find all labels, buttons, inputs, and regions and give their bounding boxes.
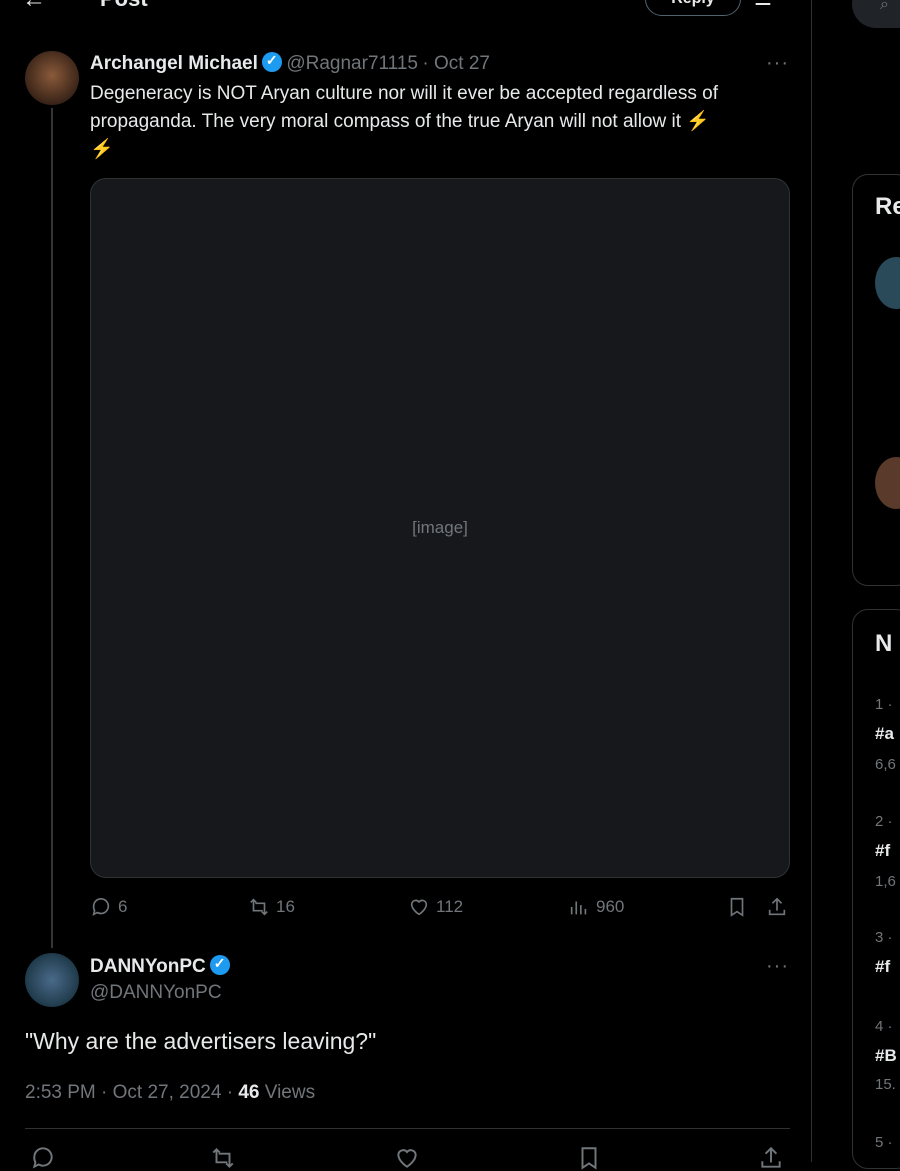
repost-icon: [250, 898, 268, 916]
search-input[interactable]: ⌕: [852, 0, 900, 28]
tweet-header: Archangel Michael @Ragnar71115 · Oct 27: [90, 52, 490, 75]
trends-card: N 1 · #a 6,6 2 · #f 1,6 3 · #f 4 · #B 15…: [852, 609, 900, 1169]
author-name[interactable]: Archangel Michael: [90, 53, 258, 74]
reply-icon: [92, 897, 110, 916]
settings-icon[interactable]: ⚌: [754, 0, 772, 11]
reply-icon[interactable]: [30, 1145, 56, 1171]
divider: [25, 1128, 790, 1129]
bookmark-icon[interactable]: [576, 1145, 602, 1171]
more-icon[interactable]: ···: [766, 955, 789, 978]
top-bar: ← Post Reply ⚌: [0, 0, 811, 20]
verified-icon: [261, 52, 282, 72]
share-action[interactable]: [766, 896, 788, 918]
like-icon: [410, 899, 428, 916]
like-icon[interactable]: [394, 1145, 420, 1171]
share-icon: [768, 897, 786, 916]
views-icon: [570, 901, 587, 915]
page-title: Post: [100, 0, 148, 12]
tweet-text: Degeneracy is NOT Aryan culture nor will…: [90, 83, 719, 160]
avatar[interactable]: [875, 257, 900, 309]
right-sidebar: ⌕ Re N 1 · #a 6,6 2 · #f 1,6 3 · #f 4 · …: [812, 0, 900, 1169]
relevant-people-card: Re: [852, 174, 900, 586]
reply-meta: 2:53 PM · Oct 27, 2024 · 46 Views: [25, 1082, 316, 1103]
reply-author-name[interactable]: DANNYonPC: [90, 956, 206, 977]
verified-icon: [209, 955, 230, 975]
bookmark-icon: [730, 897, 744, 917]
trend-item[interactable]: #a: [875, 724, 894, 744]
reply-action[interactable]: 6: [90, 896, 127, 918]
author-handle[interactable]: @Ragnar71115: [286, 53, 418, 74]
thread-line: [51, 108, 53, 948]
tweet-actions: 6 16 112 960: [90, 896, 790, 920]
trend-item[interactable]: #B: [875, 1046, 897, 1066]
main-column: ← Post Reply ⚌ Archangel Michael @Ragnar…: [0, 0, 812, 1170]
reply-author: DANNYonPC: [90, 955, 230, 978]
avatar[interactable]: [25, 51, 79, 105]
like-action[interactable]: 112: [408, 896, 463, 918]
trend-item[interactable]: #f: [875, 841, 890, 861]
reply-text: "Why are the advertisers leaving?": [25, 1028, 377, 1054]
search-icon: ⌕: [880, 0, 889, 13]
repost-action[interactable]: 16: [248, 896, 295, 918]
tweet-date[interactable]: · Oct 27: [422, 53, 490, 74]
trend-item[interactable]: #f: [875, 957, 890, 977]
views-action[interactable]: 960: [568, 896, 624, 918]
avatar[interactable]: [875, 457, 900, 509]
more-icon[interactable]: ···: [766, 52, 789, 75]
reply-author-handle[interactable]: @DANNYonPC: [90, 982, 222, 1004]
bookmark-action[interactable]: [726, 896, 748, 918]
avatar[interactable]: [25, 953, 79, 1007]
share-icon[interactable]: [758, 1145, 784, 1171]
tweet-media[interactable]: [image]: [90, 178, 790, 878]
back-arrow-icon[interactable]: ←: [22, 0, 46, 14]
reply-button[interactable]: Reply: [645, 0, 741, 16]
repost-icon[interactable]: [210, 1145, 236, 1171]
